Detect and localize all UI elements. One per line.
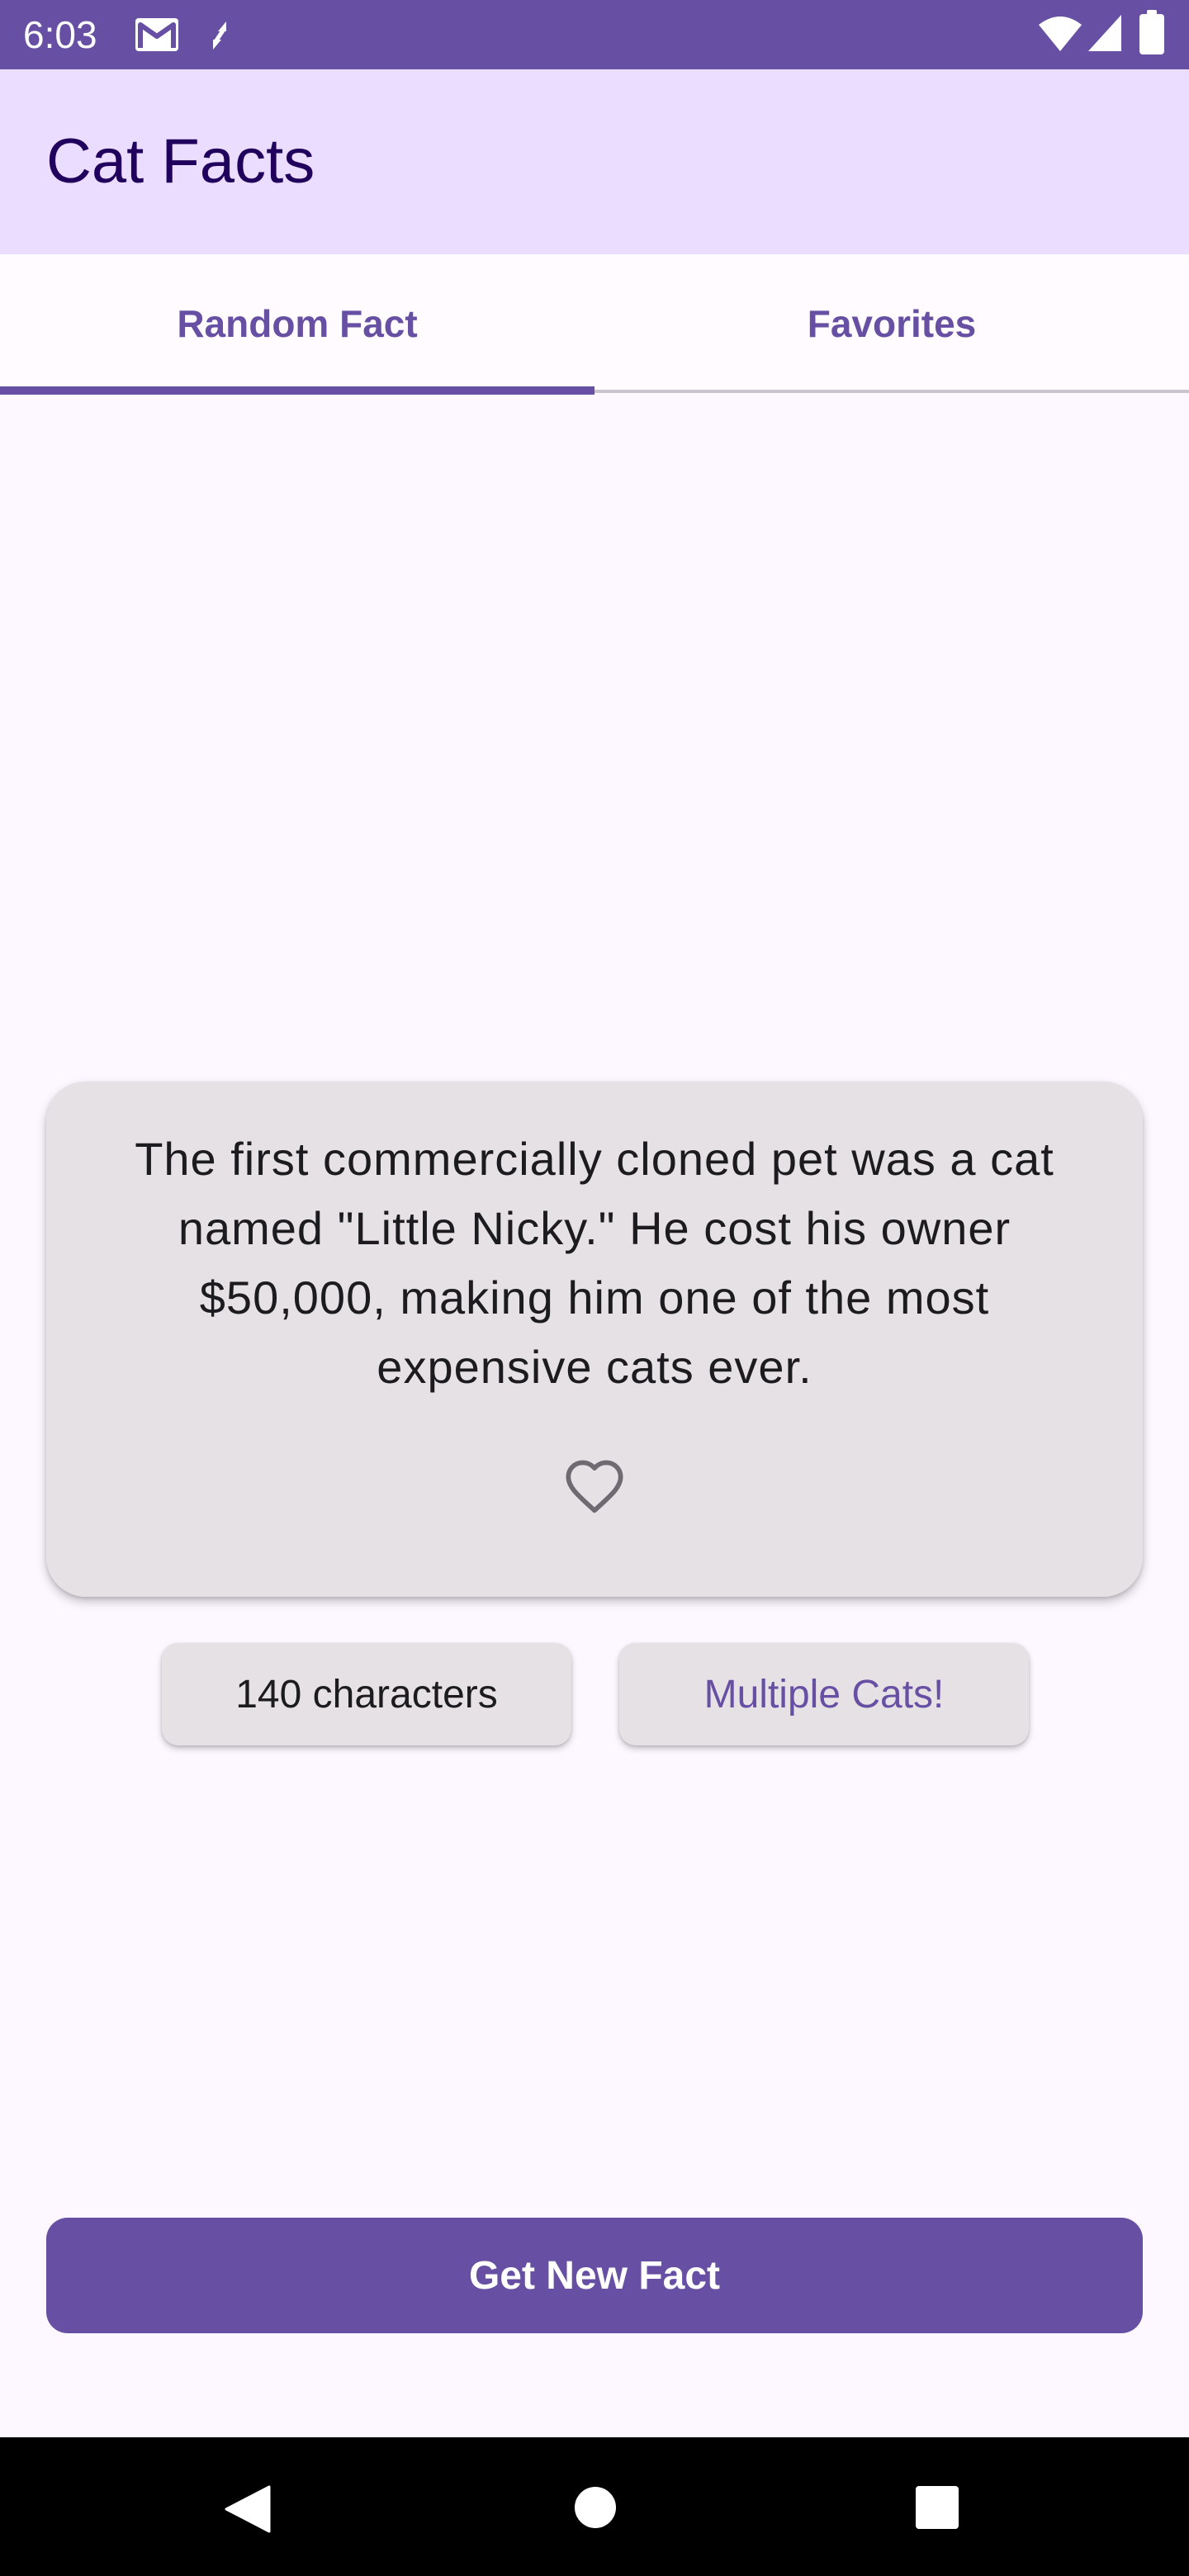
get-new-fact-button[interactable]: Get New Fact (46, 2218, 1143, 2333)
top-app-bar: Cat Facts (0, 69, 1189, 254)
signal-icon (1088, 15, 1121, 51)
multiple-cats-label: Multiple Cats! (703, 1672, 945, 1717)
app-title: Cat Facts (46, 126, 315, 197)
character-count-chip[interactable]: 140 characters (162, 1643, 571, 1745)
tab-selected-indicator (0, 386, 594, 395)
gmail-icon (135, 18, 178, 51)
tab-random-fact-label: Random Fact (177, 302, 418, 345)
tab-favorites[interactable]: Favorites (594, 254, 1189, 393)
tab-random-fact[interactable]: Random Fact (0, 254, 594, 393)
get-new-fact-label: Get New Fact (468, 2253, 721, 2298)
battery-icon (1139, 10, 1164, 54)
character-count-label: 140 characters (235, 1672, 498, 1717)
status-bar: 6:03 (0, 0, 1189, 69)
sync-icon (212, 21, 227, 50)
recents-icon[interactable] (915, 2485, 959, 2530)
fact-text: The first commercially cloned pet was a … (135, 1133, 1054, 1393)
multiple-cats-chip[interactable]: Multiple Cats! (619, 1643, 1029, 1745)
tab-favorites-label: Favorites (807, 302, 977, 345)
tab-row: Random Fact Favorites (0, 254, 1189, 395)
fact-card: The first commercially cloned pet was a … (46, 1082, 1143, 1597)
status-time: 6:03 (23, 13, 97, 56)
home-icon[interactable] (573, 2485, 618, 2530)
favorite-button[interactable] (561, 1453, 628, 1519)
wifi-icon (1039, 17, 1082, 51)
back-button[interactable] (225, 2485, 271, 2533)
heart-outline-icon (566, 1460, 623, 1513)
system-navigation-bar (0, 2437, 1189, 2576)
cat-facts-screen: 6:03 Cat Facts Random Fact Favorites The… (0, 0, 1189, 2576)
